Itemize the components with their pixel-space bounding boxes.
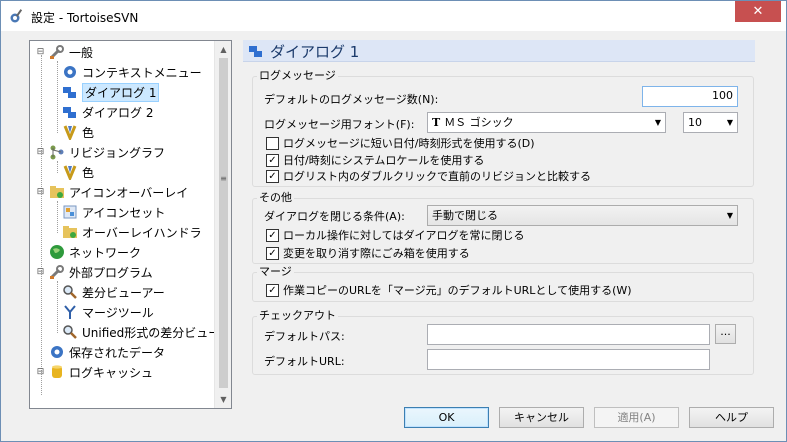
checkout-group-title: チェックアウト <box>257 309 338 322</box>
short-date-checkbox[interactable]: ログメッセージに短い日付/時刻形式を使用する(D) <box>266 135 535 151</box>
checkmark-icon[interactable]: ✓ <box>266 228 279 242</box>
dialog-icon <box>63 87 76 98</box>
iconset-icon <box>63 205 77 219</box>
gear-icon <box>64 66 76 78</box>
merge-icon <box>64 305 76 319</box>
default-url-label: デフォルトURL: <box>264 355 345 368</box>
tree-item-unified-diff[interactable]: Unified形式の差分ビュー <box>62 322 220 342</box>
tree-item-network[interactable]: ネットワーク <box>49 242 141 262</box>
default-url-input[interactable] <box>427 349 710 370</box>
default-path-input[interactable] <box>427 324 710 345</box>
chevron-down-icon: ▼ <box>726 118 733 127</box>
scroll-grip-icon: ≡ <box>220 174 227 183</box>
chevron-down-icon: ▼ <box>726 211 733 220</box>
close-button[interactable]: ✕ <box>735 1 781 22</box>
truetype-font-icon: T <box>432 116 441 129</box>
tree-item-overlay-handlers[interactable]: オーバーレイハンドラ <box>62 222 202 242</box>
tree-item-colors[interactable]: 色 <box>62 122 94 142</box>
collapse-icon[interactable]: ⊟ <box>36 147 45 157</box>
tree-item-revision-graph[interactable]: ⊟ リビジョングラフ <box>36 142 165 162</box>
checkmark-icon[interactable]: ✓ <box>266 153 279 167</box>
merge-default-url-checkbox[interactable]: ✓ 作業コピーのURLを「マージ元」のデフォルトURLとして使用する(W) <box>266 282 632 298</box>
browse-button[interactable]: ... <box>715 324 736 344</box>
page-header: ダイアログ 1 <box>243 40 755 62</box>
checkmark-icon[interactable]: ✓ <box>266 169 279 183</box>
folder-overlay-icon <box>50 186 64 198</box>
tree-item-external-programs[interactable]: ⊟ 外部プログラム <box>36 262 153 282</box>
log-font-size-value: 10 <box>688 116 702 129</box>
tree-connector <box>57 281 58 333</box>
scroll-thumb[interactable] <box>219 58 228 388</box>
scroll-down-icon[interactable]: ▼ <box>215 391 231 408</box>
recycle-bin-checkbox[interactable]: ✓ 変更を取り消す際にごみ箱を使用する <box>266 245 470 261</box>
tree-item-general[interactable]: ⊟ 一般 <box>36 42 93 62</box>
tree-item-dialog2[interactable]: ダイアログ 2 <box>62 102 153 122</box>
cancel-button[interactable]: キャンセル <box>499 407 584 428</box>
title-bar: 設定 - TortoiseSVN ✕ <box>1 1 786 31</box>
apply-button[interactable]: 適用(A) <box>594 407 679 428</box>
collapse-icon[interactable]: ⊟ <box>36 367 45 377</box>
dialog-body: ⊟ 一般 コンテキストメニュー ダイアログ 1 ダイアログ 2 色 ⊟ リビジョ… <box>2 31 785 440</box>
window-title: 設定 - TortoiseSVN <box>31 11 139 25</box>
checkmark-icon[interactable]: ✓ <box>266 246 279 260</box>
tree-item-icon-set[interactable]: アイコンセット <box>62 202 165 222</box>
double-click-compare-checkbox[interactable]: ✓ ログリスト内のダブルクリックで直前のリビジョンと比較する <box>266 168 591 184</box>
page-title: ダイアログ 1 <box>270 43 360 61</box>
tree-item-saved-data[interactable]: 保存されたデータ <box>49 342 165 362</box>
help-button[interactable]: ヘルプ <box>689 407 774 428</box>
merge-group-title: マージ <box>257 265 294 278</box>
log-message-group-title: ログメッセージ <box>257 69 338 82</box>
tree-connector <box>41 55 42 395</box>
tree-connector <box>57 161 58 173</box>
dialog-icon <box>249 46 262 57</box>
dialog-icon <box>63 107 76 118</box>
chevron-down-icon: ▼ <box>654 118 661 127</box>
globe-icon <box>50 245 64 259</box>
collapse-icon[interactable]: ⊟ <box>36 187 45 197</box>
folder-overlay-icon <box>63 226 77 238</box>
tree-item-context-menu[interactable]: コンテキストメニュー <box>62 62 202 82</box>
tree-scrollbar[interactable]: ▲ ≡ ▼ <box>214 41 231 408</box>
close-condition-select[interactable]: 手動で閉じる ▼ <box>427 205 738 226</box>
gear-icon <box>51 346 63 358</box>
wrench-icon <box>50 265 64 279</box>
tree-item-log-cache[interactable]: ⊟ ログキャッシュ <box>36 362 153 382</box>
close-condition-label: ダイアログを閉じる条件(A): <box>264 210 405 223</box>
tree-item-diff-viewer[interactable]: 差分ビューアー <box>62 282 165 302</box>
tree-connector <box>57 61 58 133</box>
collapse-icon[interactable]: ⊟ <box>36 267 45 277</box>
tree-item-graph-colors[interactable]: 色 <box>62 162 94 182</box>
log-font-select[interactable]: T ＭＳ ゴシック ▼ <box>427 112 666 133</box>
tree-item-merge-tool[interactable]: マージツール <box>62 302 154 322</box>
collapse-icon[interactable]: ⊟ <box>36 47 45 57</box>
tree-connector <box>57 201 58 233</box>
palette-icon <box>63 125 77 140</box>
magnifier-icon <box>63 325 77 339</box>
default-path-label: デフォルトパス: <box>264 330 345 343</box>
graph-icon <box>50 145 64 160</box>
tortoisesvn-settings-icon <box>10 9 23 23</box>
ok-button[interactable]: OK <box>404 407 489 428</box>
tree-item-icon-overlays[interactable]: ⊟ アイコンオーバーレイ <box>36 182 189 202</box>
checkbox-box[interactable] <box>266 136 279 150</box>
log-count-label: デフォルトのログメッセージ数(N): <box>264 93 439 106</box>
log-font-label: ログメッセージ用フォント(F): <box>264 118 415 131</box>
misc-group-title: その他 <box>257 191 294 204</box>
close-condition-value: 手動で閉じる <box>432 209 498 222</box>
scroll-up-icon[interactable]: ▲ <box>215 41 231 58</box>
settings-window: 設定 - TortoiseSVN ✕ ⊟ 一般 コンテキストメニュー ダイアログ <box>0 0 787 442</box>
palette-icon <box>63 165 77 180</box>
log-count-input[interactable]: 100 <box>642 86 738 107</box>
tree-item-dialog1[interactable]: ダイアログ 1 <box>62 82 160 102</box>
database-icon <box>52 365 62 378</box>
close-icon: ✕ <box>752 4 764 19</box>
log-font-value: ＭＳ ゴシック <box>444 116 514 129</box>
checkmark-icon[interactable]: ✓ <box>266 283 279 297</box>
log-font-size-select[interactable]: 10 ▼ <box>683 112 738 133</box>
system-locale-checkbox[interactable]: ✓ 日付/時刻にシステムロケールを使用する <box>266 152 484 168</box>
local-close-checkbox[interactable]: ✓ ローカル操作に対してはダイアログを常に閉じる <box>266 227 524 243</box>
settings-tree[interactable]: ⊟ 一般 コンテキストメニュー ダイアログ 1 ダイアログ 2 色 ⊟ リビジョ… <box>29 40 232 409</box>
magnifier-icon <box>63 285 77 299</box>
wrench-icon <box>50 45 64 59</box>
